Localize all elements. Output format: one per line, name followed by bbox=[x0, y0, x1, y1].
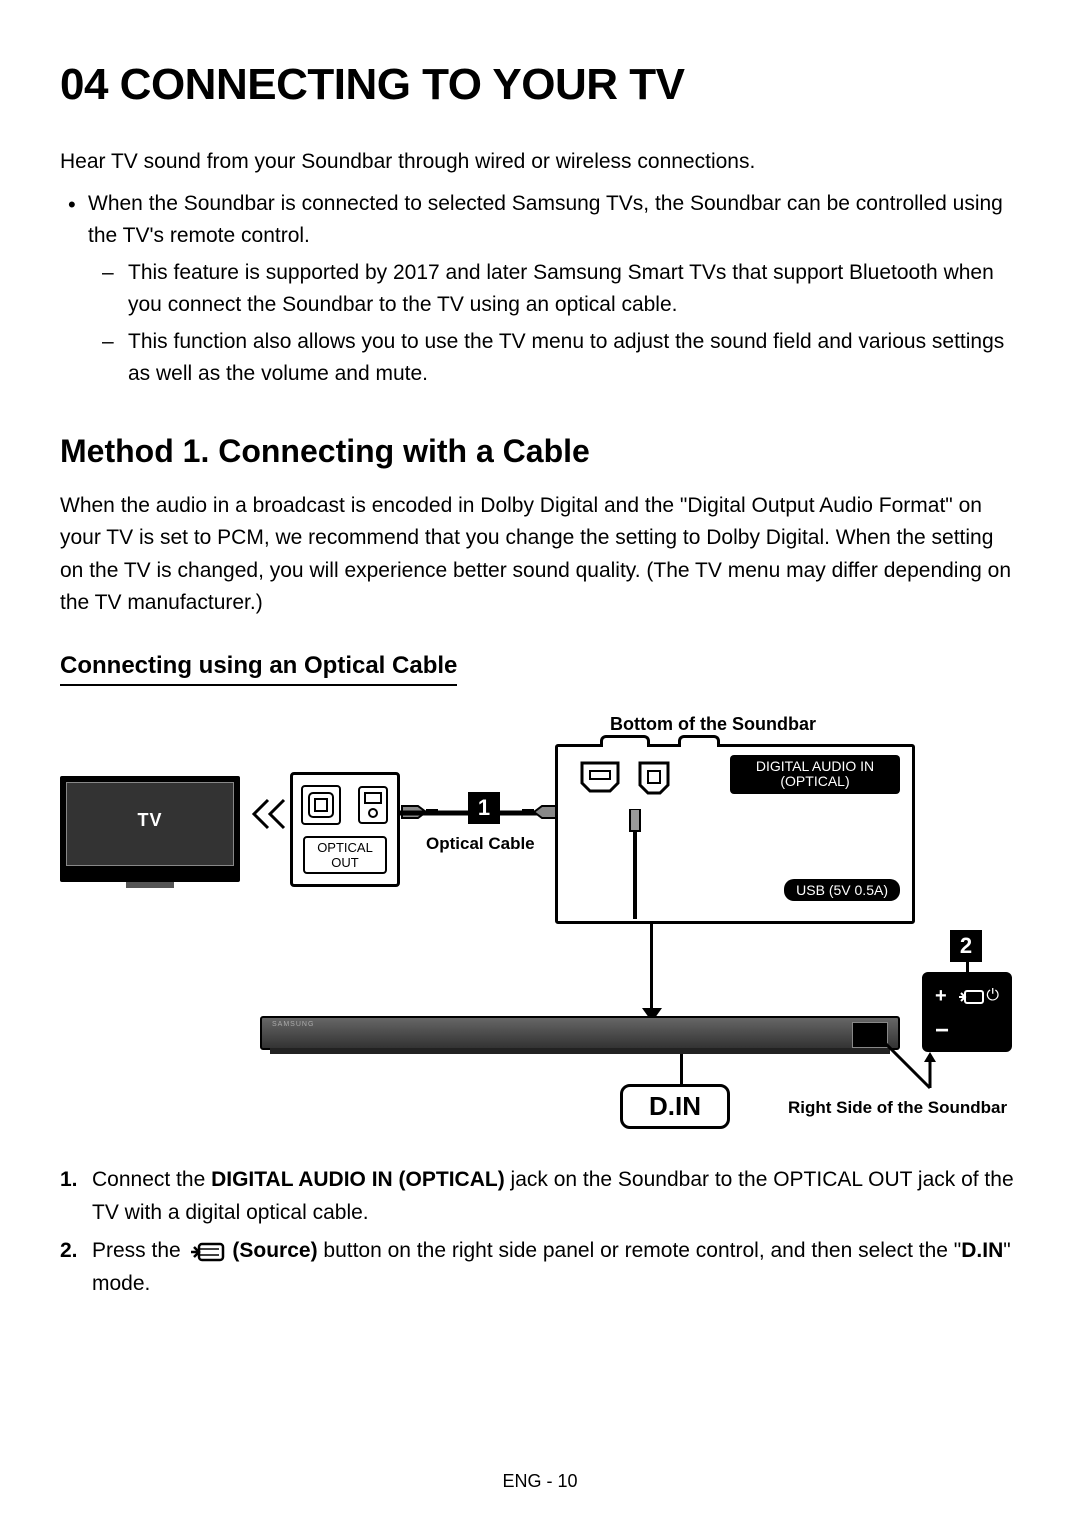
sub-heading: Connecting using an Optical Cable bbox=[60, 652, 457, 686]
port-icon bbox=[576, 757, 624, 797]
step-text: Connect the bbox=[92, 1168, 211, 1191]
right-side-label: Right Side of the Soundbar bbox=[788, 1098, 1007, 1118]
page-footer: ENG - 10 bbox=[0, 1471, 1080, 1492]
bottom-soundbar-label: Bottom of the Soundbar bbox=[610, 714, 816, 735]
bullet-text: When the Soundbar is connected to select… bbox=[88, 192, 1003, 248]
step-text: Press the bbox=[92, 1239, 187, 1262]
bullet-item: When the Soundbar is connected to select… bbox=[88, 188, 1020, 391]
digital-audio-in-label: DIGITAL AUDIO IN (OPTICAL) bbox=[730, 755, 900, 794]
volume-up-icon: + bbox=[935, 985, 947, 1008]
intro-text: Hear TV sound from your Soundbar through… bbox=[60, 146, 1020, 178]
tv-label: TV bbox=[60, 810, 240, 831]
connection-diagram: Bottom of the Soundbar TV OPTICAL OUT 1 … bbox=[60, 714, 1020, 1134]
method-heading: Method 1. Connecting with a Cable bbox=[60, 433, 1020, 470]
page-heading: 04 CONNECTING TO YOUR TV bbox=[60, 60, 1020, 110]
power-icon: ⏻ bbox=[986, 987, 999, 1005]
vertical-cable-icon bbox=[626, 809, 644, 919]
source-icon bbox=[959, 987, 985, 1007]
optical-out-label: OPTICAL OUT bbox=[303, 836, 387, 874]
tv-front-illustration: TV bbox=[60, 776, 240, 882]
step-number: 2. bbox=[60, 1235, 78, 1268]
soundbar-front-illustration: SAMSUNG bbox=[260, 1016, 900, 1050]
method-description: When the audio in a broadcast is encoded… bbox=[60, 490, 1020, 620]
step-text: button on the right side panel or remote… bbox=[318, 1239, 962, 1262]
step-item: 1. Connect the DIGITAL AUDIO IN (OPTICAL… bbox=[92, 1164, 1020, 1229]
tv-back-panel-illustration: OPTICAL OUT bbox=[290, 772, 400, 887]
step-item: 2. Press the (Source) button on the righ… bbox=[92, 1235, 1020, 1300]
step-bold: DIGITAL AUDIO IN (OPTICAL) bbox=[211, 1168, 505, 1191]
soundbar-bottom-illustration: DIGITAL AUDIO IN (OPTICAL) USB (5V 0.5A) bbox=[555, 744, 915, 924]
leader-line bbox=[650, 924, 653, 1014]
soundbar-brand-label: SAMSUNG bbox=[272, 1021, 314, 1028]
leader-line bbox=[870, 1034, 940, 1104]
dash-item: This function also allows you to use the… bbox=[128, 326, 1020, 391]
step-number: 1. bbox=[60, 1164, 78, 1197]
arrow-left-icon bbox=[250, 796, 290, 832]
optical-cable-label: Optical Cable bbox=[426, 834, 535, 854]
step-bold: D.IN bbox=[961, 1239, 1003, 1262]
optical-port-icon bbox=[634, 757, 674, 797]
usb-label: USB (5V 0.5A) bbox=[784, 879, 900, 901]
step-badge-1: 1 bbox=[468, 792, 500, 824]
din-display-label: D.IN bbox=[620, 1084, 730, 1129]
leader-line bbox=[680, 1054, 683, 1084]
source-icon bbox=[189, 1241, 225, 1263]
step-bold: (Source) bbox=[227, 1239, 318, 1262]
dash-item: This feature is supported by 2017 and la… bbox=[128, 257, 1020, 322]
